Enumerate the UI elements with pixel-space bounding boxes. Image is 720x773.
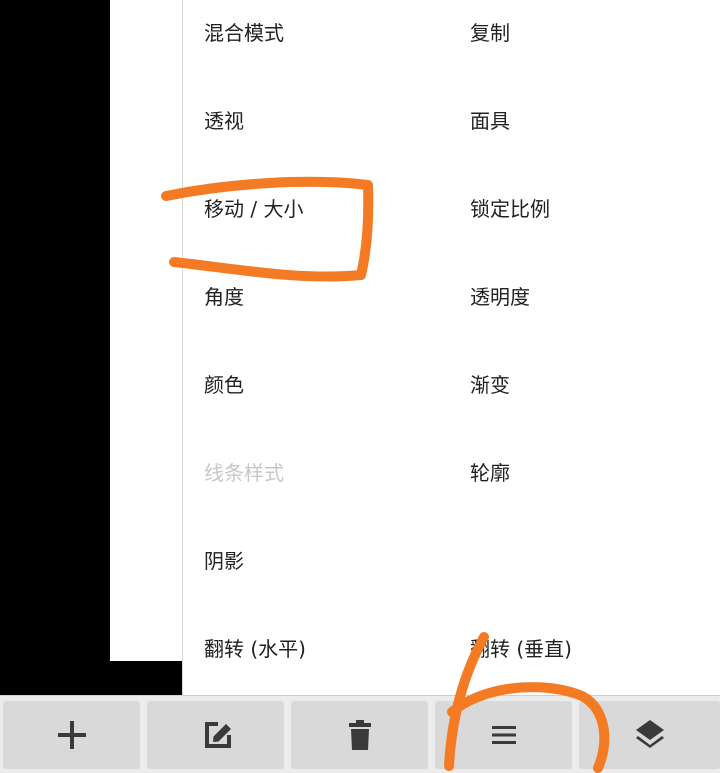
bottom-toolbar — [0, 695, 720, 773]
menu-item-flip-horizontal[interactable]: 翻转 (水平) — [204, 637, 306, 661]
menu-item-blend-mode[interactable]: 混合模式 — [204, 21, 284, 45]
layers-icon — [635, 720, 664, 748]
menu-icon — [491, 726, 516, 744]
trash-icon — [348, 720, 371, 750]
menu-item-shadow[interactable]: 阴影 — [204, 549, 244, 573]
plus-icon — [57, 721, 86, 749]
menu-item-flip-vertical[interactable]: 翻转 (垂直) — [470, 637, 572, 661]
edit-button[interactable] — [147, 701, 284, 769]
menu-item-move-size[interactable]: 移动 / 大小 — [204, 197, 303, 221]
menu-item-mask[interactable]: 面具 — [470, 109, 510, 133]
delete-button[interactable] — [291, 701, 428, 769]
edit-icon — [204, 722, 231, 748]
menu-item-opacity[interactable]: 透明度 — [470, 285, 530, 309]
menu-item-gradient[interactable]: 渐变 — [470, 373, 510, 397]
menu-item-perspective[interactable]: 透视 — [204, 109, 244, 133]
add-button[interactable] — [3, 701, 140, 769]
menu-item-outline[interactable]: 轮廓 — [470, 461, 510, 485]
canvas-strip — [110, 661, 184, 695]
layers-button[interactable] — [579, 701, 720, 769]
menu-item-line-style: 线条样式 — [204, 461, 284, 485]
canvas-area — [110, 0, 190, 661]
menu-item-duplicate[interactable]: 复制 — [470, 21, 510, 45]
menu-item-lock-ratio[interactable]: 锁定比例 — [470, 197, 550, 221]
layer-options-menu: 混合模式 复制 透视 面具 移动 / 大小 锁定比例 角度 透明度 颜色 渐变 … — [182, 0, 720, 695]
menu-item-color[interactable]: 颜色 — [204, 373, 244, 397]
menu-button[interactable] — [435, 701, 572, 769]
menu-item-angle[interactable]: 角度 — [204, 285, 244, 309]
